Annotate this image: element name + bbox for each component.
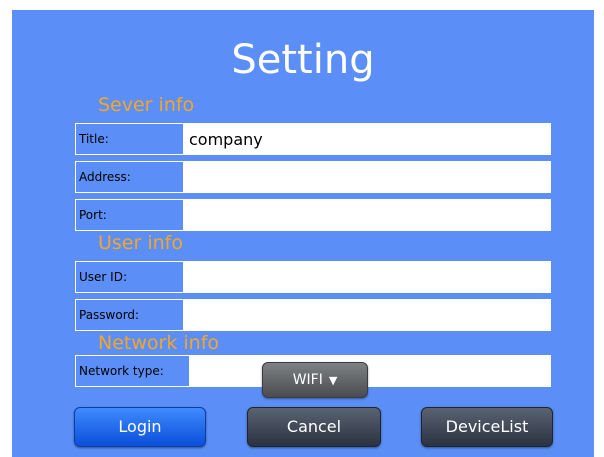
password-input[interactable] — [183, 299, 551, 331]
row-address: Address: — [75, 161, 551, 193]
row-password: Password: — [75, 299, 551, 331]
row-user-id: User ID: — [75, 261, 551, 293]
network-type-label: Network type: — [75, 355, 189, 387]
title-input[interactable] — [183, 123, 551, 155]
section-heading-server: Sever info — [98, 94, 195, 116]
address-label: Address: — [75, 161, 186, 193]
network-type-selected: WIFI — [292, 372, 323, 388]
port-label: Port: — [75, 199, 186, 231]
user-id-input[interactable] — [183, 261, 551, 293]
device-list-button[interactable]: DeviceList — [421, 407, 553, 447]
address-input[interactable] — [183, 161, 551, 193]
settings-screen: Setting Sever info Title: Address: Port:… — [12, 10, 594, 457]
network-type-field — [189, 355, 551, 387]
row-title: Title: — [75, 123, 551, 155]
login-button[interactable]: Login — [74, 407, 206, 447]
section-heading-network: Network info — [98, 332, 220, 354]
page-title: Setting — [231, 37, 375, 83]
triangle-down-icon: ▼ — [328, 374, 338, 387]
port-input[interactable] — [183, 199, 551, 231]
row-port: Port: — [75, 199, 551, 231]
section-heading-user: User info — [98, 232, 183, 254]
title-label: Title: — [75, 123, 186, 155]
user-id-label: User ID: — [75, 261, 186, 293]
network-type-dropdown[interactable]: WIFI ▼ — [262, 362, 368, 398]
cancel-button[interactable]: Cancel — [247, 407, 381, 447]
password-label: Password: — [75, 299, 186, 331]
